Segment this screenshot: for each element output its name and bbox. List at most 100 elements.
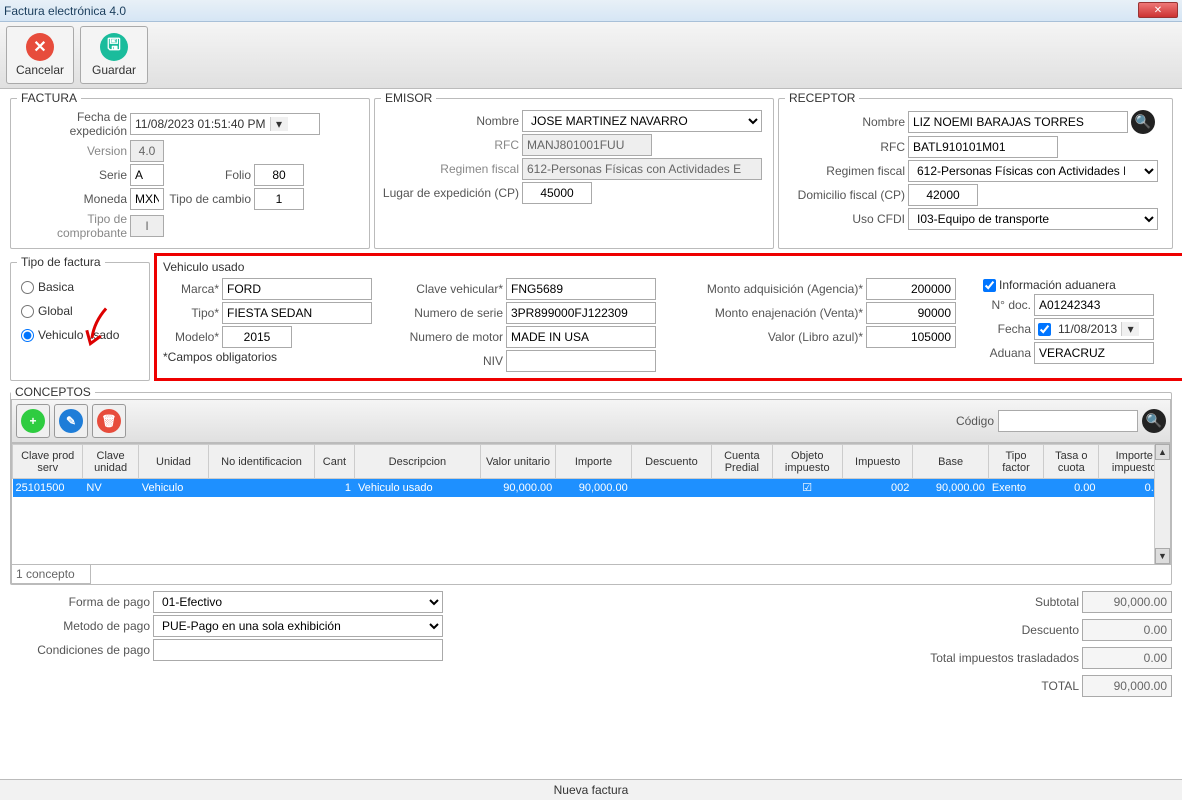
trasladados-value [1082, 647, 1172, 669]
codigo-label: Código [956, 414, 994, 428]
aduana-fecha-input[interactable]: 11/08/2013 ▾ [1034, 318, 1154, 340]
aduana-fecha-checkbox[interactable] [1038, 323, 1051, 336]
emisor-rfc-input [522, 134, 652, 156]
conceptos-table[interactable]: Clave prod serv Clave unidad Unidad No i… [11, 443, 1171, 565]
clave-input[interactable] [506, 278, 656, 300]
th-importe[interactable]: Importe [556, 445, 631, 479]
th-clave-ps[interactable]: Clave prod serv [13, 445, 83, 479]
scroll-down-icon[interactable]: ▼ [1155, 548, 1170, 564]
ndoc-input[interactable] [1034, 294, 1154, 316]
version-input [130, 140, 164, 162]
add-concepto-button[interactable]: + [16, 404, 50, 438]
info-aduanera-checkbox[interactable] [983, 279, 996, 292]
plus-icon: + [21, 409, 45, 433]
th-unidad[interactable]: Unidad [138, 445, 208, 479]
modelo-input[interactable] [222, 326, 292, 348]
vehiculo-usado-panel: Vehiculo usado Marca* Tipo* Modelo* *Cam… [154, 253, 1182, 381]
metodo-pago-select[interactable]: PUE-Pago en una sola exhibición [153, 615, 443, 637]
radio-basica-input[interactable] [21, 281, 34, 294]
scroll-up-icon[interactable]: ▲ [1155, 444, 1170, 460]
th-cant[interactable]: Cant [314, 445, 354, 479]
th-objeto[interactable]: Objeto impuesto [772, 445, 842, 479]
folio-input[interactable] [254, 164, 304, 186]
valor-input[interactable] [866, 326, 956, 348]
uso-cfdi-select[interactable]: I03-Equipo de transporte [908, 208, 1158, 230]
th-valoru[interactable]: Valor unitario [480, 445, 555, 479]
th-base[interactable]: Base [913, 445, 988, 479]
tipo-cambio-label: Tipo de cambio [167, 192, 251, 206]
nserie-input[interactable] [506, 302, 656, 324]
vehiculo-legend: Vehiculo usado [163, 260, 1182, 274]
th-clave-u[interactable]: Clave unidad [83, 445, 138, 479]
monto-enaj-input[interactable] [866, 302, 956, 324]
tipo-input[interactable] [222, 302, 372, 324]
cell: 1 [314, 479, 354, 497]
codigo-input[interactable] [998, 410, 1138, 432]
forma-pago-select[interactable]: 01-Efectivo [153, 591, 443, 613]
chevron-down-icon[interactable]: ▾ [270, 117, 288, 131]
radio-global[interactable]: Global [21, 304, 139, 318]
search-receptor-button[interactable]: 🔍 [1131, 110, 1155, 134]
monto-adq-input[interactable] [866, 278, 956, 300]
save-icon: 🖫 [100, 33, 128, 61]
cell [209, 479, 315, 497]
marca-input[interactable] [222, 278, 372, 300]
radio-vehiculo[interactable]: Vehiculo usado [21, 328, 139, 342]
condiciones-input[interactable] [153, 639, 443, 661]
radio-vehiculo-input[interactable] [21, 329, 34, 342]
edit-concepto-button[interactable]: ✎ [54, 404, 88, 438]
emisor-rfc-label: RFC [381, 138, 519, 152]
fecha-exp-value: 11/08/2023 01:51:40 PM [131, 117, 270, 131]
receptor-nombre-label: Nombre [785, 115, 905, 129]
moneda-input[interactable] [130, 188, 164, 210]
th-noid[interactable]: No identificacion [209, 445, 315, 479]
emisor-group: EMISOR Nombre JOSE MARTINEZ NAVARRO RFC … [374, 91, 774, 249]
th-cuenta[interactable]: Cuenta Predial [712, 445, 772, 479]
search-icon: 🔍 [1135, 114, 1152, 130]
receptor-domicilio-input[interactable] [908, 184, 978, 206]
emisor-nombre-select[interactable]: JOSE MARTINEZ NAVARRO [522, 110, 762, 132]
version-label: Version [17, 144, 127, 158]
nmotor-input[interactable] [506, 326, 656, 348]
receptor-rfc-input[interactable] [908, 136, 1058, 158]
ndoc-label: N° doc. [983, 298, 1031, 312]
delete-concepto-button[interactable]: 🗑 [92, 404, 126, 438]
aduana-input[interactable] [1034, 342, 1154, 364]
factura-group: FACTURA Fecha de expedición 11/08/2023 0… [10, 91, 370, 249]
tipo-cambio-input[interactable] [254, 188, 304, 210]
receptor-regimen-select[interactable]: 612-Personas Físicas con Actividades E [908, 160, 1158, 182]
scrollbar[interactable]: ▲ ▼ [1154, 444, 1170, 564]
conceptos-count: 1 concepto [11, 565, 91, 584]
fecha-exp-input[interactable]: 11/08/2023 01:51:40 PM ▾ [130, 113, 320, 135]
receptor-nombre-input[interactable] [908, 111, 1128, 133]
pencil-icon: ✎ [59, 409, 83, 433]
search-codigo-button[interactable]: 🔍 [1142, 409, 1166, 433]
radio-global-input[interactable] [21, 305, 34, 318]
cell: 002 [842, 479, 912, 497]
save-button[interactable]: 🖫 Guardar [80, 26, 148, 84]
th-impuesto[interactable]: Impuesto [842, 445, 912, 479]
emisor-regimen-input [522, 158, 762, 180]
cancel-button[interactable]: ✕ Cancelar [6, 26, 74, 84]
radio-basica-label: Basica [38, 280, 74, 294]
th-descuento[interactable]: Descuento [631, 445, 711, 479]
monto-adq-label: Monto adquisición (Agencia)* [683, 282, 863, 296]
cancel-icon: ✕ [26, 33, 54, 61]
niv-input[interactable] [506, 350, 656, 372]
aduana-fecha-label: Fecha [983, 322, 1031, 336]
table-row[interactable]: 25101500 NV Vehiculo 1 Vehiculo usado 90… [13, 479, 1170, 497]
emisor-lugar-input[interactable] [522, 182, 592, 204]
cell: 90,000.00 [913, 479, 988, 497]
valor-label: Valor (Libro azul)* [683, 330, 863, 344]
title-bar: Factura electrónica 4.0 ✕ [0, 0, 1182, 22]
th-desc[interactable]: Descripcion [355, 445, 481, 479]
th-tipofactor[interactable]: Tipo factor [988, 445, 1043, 479]
window-title: Factura electrónica 4.0 [4, 4, 126, 18]
close-button[interactable]: ✕ [1138, 2, 1178, 18]
th-tasa[interactable]: Tasa o cuota [1044, 445, 1099, 479]
folio-label: Folio [167, 168, 251, 182]
emisor-regimen-label: Regimen fiscal [381, 162, 519, 176]
serie-input[interactable] [130, 164, 164, 186]
chevron-down-icon[interactable]: ▾ [1121, 322, 1139, 336]
radio-basica[interactable]: Basica [21, 280, 139, 294]
